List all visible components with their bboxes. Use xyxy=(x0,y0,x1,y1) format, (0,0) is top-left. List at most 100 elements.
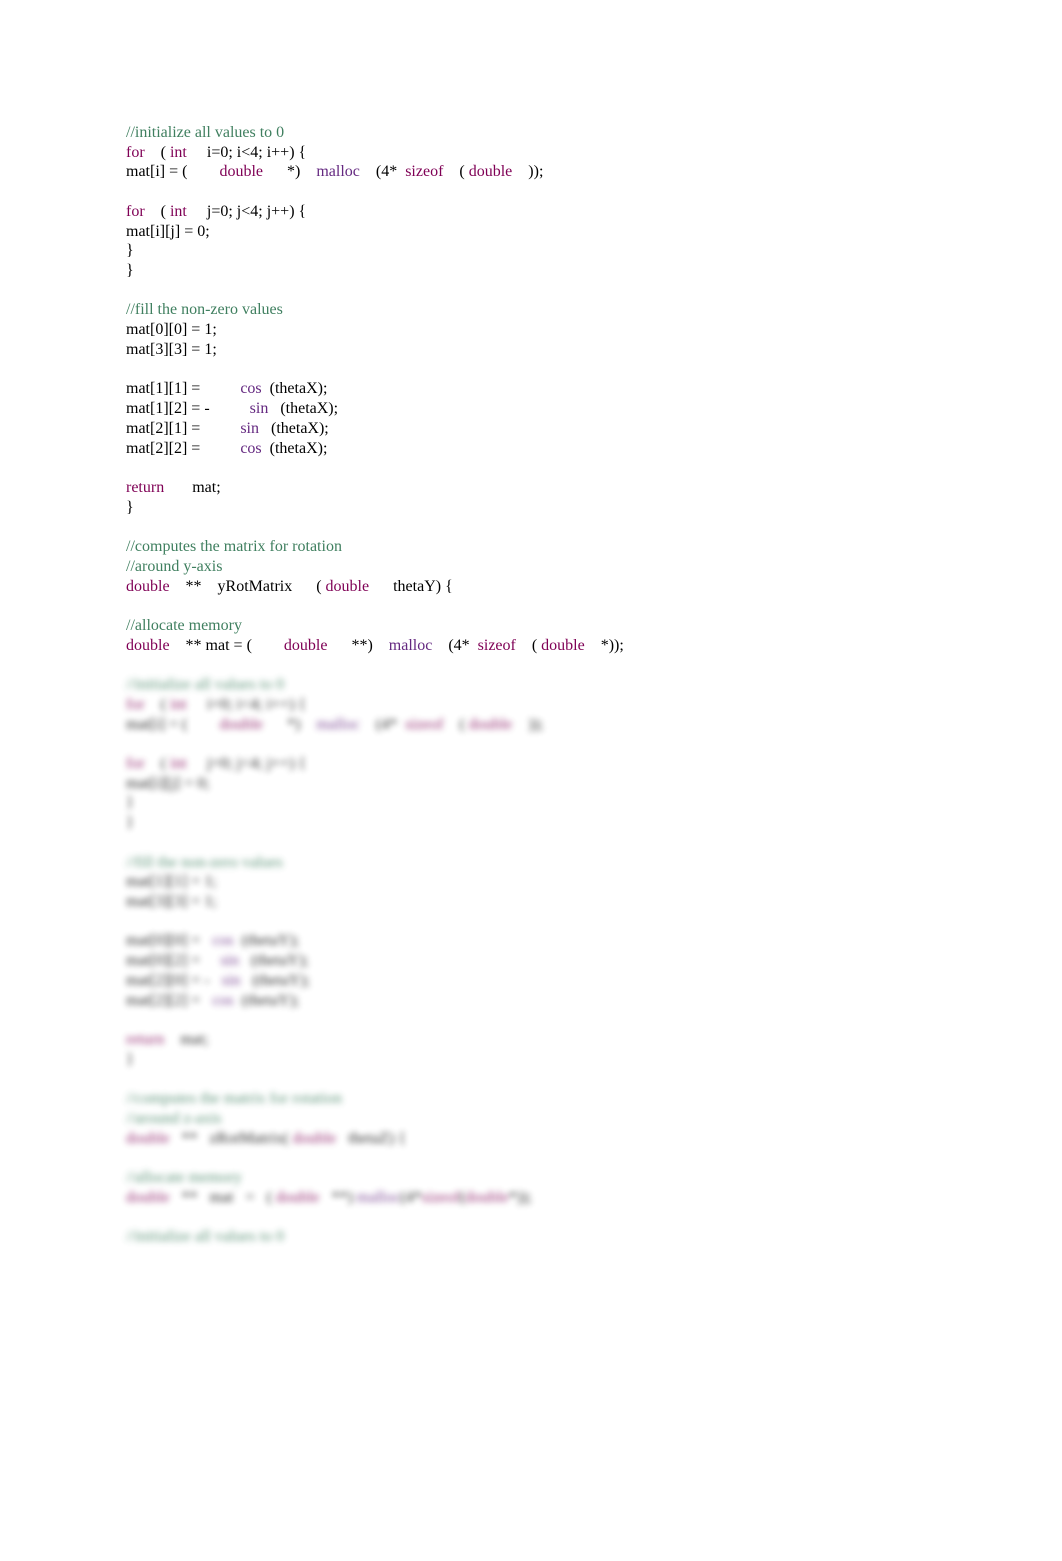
code-line: //around y-axis xyxy=(126,557,624,577)
code-token-comment: //computes the matrix for rotation xyxy=(126,1090,342,1108)
code-token-plain: *) xyxy=(263,715,317,733)
code-token-plain: mat; xyxy=(164,478,221,496)
code-token-plain: (thetaY); xyxy=(239,952,309,970)
code-token-plain: (thetaX); xyxy=(259,419,329,437)
code-token-plain: mat[2][1] = xyxy=(126,419,241,437)
code-token-func: sin xyxy=(220,952,239,970)
code-line: mat[1][1] = 1; xyxy=(126,872,624,892)
code-line: mat[2][1] = sin (thetaX); xyxy=(126,419,624,439)
code-token-plain: } xyxy=(126,814,134,832)
code-line: //computes the matrix for rotation xyxy=(126,1089,624,1109)
code-token-func: cos xyxy=(212,932,234,950)
code-token-plain: mat[1][1] = xyxy=(126,380,241,398)
code-token-comment: //computes the matrix for rotation xyxy=(126,538,342,556)
code-line: //around z-axis xyxy=(126,1109,624,1129)
code-token-plain: ( xyxy=(144,202,170,220)
code-token-keyword: int xyxy=(169,143,187,161)
code-token-keyword: double xyxy=(126,636,170,654)
code-token-keyword: return xyxy=(126,1031,165,1049)
code-token-plain: mat[3][3] = 1; xyxy=(126,893,217,911)
code-token-keyword: double xyxy=(219,715,263,733)
code-token-keyword: double xyxy=(126,1188,170,1206)
code-token-func: cos xyxy=(212,991,234,1009)
code-token-plain: (4* xyxy=(432,636,478,654)
code-token-comment: //around y-axis xyxy=(126,557,223,575)
code-token-keyword: double xyxy=(468,715,513,733)
code-line: } xyxy=(126,813,624,833)
code-token-keyword: double xyxy=(283,636,328,654)
code-token-keyword: double xyxy=(468,163,513,181)
code-token-comment: //initialize all values to 0 xyxy=(126,676,285,694)
code-token-keyword: double xyxy=(292,1129,337,1147)
code-token-plain: ( xyxy=(144,755,170,772)
code-line: } xyxy=(126,241,624,261)
code-line: //initialize all values to 0 xyxy=(126,123,624,143)
code-line: double ** yRotMatrix ( double thetaY) { xyxy=(126,577,624,597)
code-token-plain: (4* xyxy=(359,715,406,733)
code-token-plain: *) xyxy=(263,163,317,181)
code-line: mat[i][j] = 0; xyxy=(126,774,624,794)
code-token-plain: mat; xyxy=(164,1031,209,1049)
code-token-plain: (4* xyxy=(400,1188,422,1206)
code-token-keyword: sizeof xyxy=(405,163,444,181)
code-line: return mat; xyxy=(126,478,624,498)
code-token-keyword: return xyxy=(126,478,165,496)
code-line: //fill the non-zero values xyxy=(126,300,624,320)
code-token-plain: mat[i] = ( xyxy=(126,163,220,181)
code-token-keyword: for xyxy=(126,143,145,161)
code-token-plain: mat[i] = ( xyxy=(126,715,220,733)
code-line: mat[2][2] = cos (thetaX); xyxy=(126,439,624,459)
code-token-plain: ( xyxy=(144,695,170,713)
code-token-plain: mat[0][0] = 1; xyxy=(126,321,217,339)
code-token-plain: (thetaX); xyxy=(261,439,328,457)
code-line: double ** mat = ( double **) malloc(4*si… xyxy=(126,1188,624,1208)
code-line: //fill the non-zero values xyxy=(126,853,624,873)
code-token-plain: } xyxy=(126,498,134,516)
code-line: mat[i] = ( double *) malloc (4* sizeof (… xyxy=(126,715,624,735)
code-token-plain: mat[i][j] = 0; xyxy=(126,774,210,792)
code-token-plain: } xyxy=(126,794,134,812)
code-token-func: malloc xyxy=(316,163,360,181)
code-token-func: cos xyxy=(240,439,262,457)
code-line: mat[2][2] = cos (thetaY); xyxy=(126,991,624,1011)
code-token-plain: mat[2][2] = xyxy=(126,991,213,1009)
blurred-code-preview: //initialize all values to 0 for ( int i=… xyxy=(126,655,624,1247)
code-token-plain: } xyxy=(126,1050,134,1068)
code-token-func: malloc xyxy=(316,715,360,733)
code-token-comment: //initialize all values to 0 xyxy=(126,124,285,141)
code-token-plain: i=0; i<4; i++) { xyxy=(186,143,307,161)
code-token-plain: ** mat = ( xyxy=(169,1188,276,1206)
code-block: //initialize all values to 0 for ( int i=… xyxy=(126,123,624,655)
code-token-plain: j=0; j<4; j++) { xyxy=(186,755,307,772)
code-token-plain: ( xyxy=(515,636,542,654)
code-line: mat[1][2] = - sin (thetaX); xyxy=(126,399,624,419)
code-token-comment: //initialize all values to 0 xyxy=(126,1228,285,1246)
code-line: mat[i] = ( double *) malloc (4* sizeof (… xyxy=(126,162,624,182)
code-token-keyword: int xyxy=(169,755,187,772)
code-token-plain: (thetaY); xyxy=(240,971,311,989)
code-token-plain: j=0; j<4; j++) { xyxy=(186,202,307,220)
code-token-plain: ( xyxy=(443,715,469,733)
code-token-plain: ** yRotMatrix ( xyxy=(169,577,326,595)
code-token-keyword: sizeof xyxy=(421,1188,460,1206)
code-line: mat[2][0] = - sin (thetaY); xyxy=(126,971,624,991)
code-token-func: malloc xyxy=(388,636,433,654)
code-token-keyword: for xyxy=(126,755,145,772)
code-token-plain: i=0; i<4; i++) { xyxy=(186,695,307,713)
code-token-func: malloc xyxy=(356,1188,401,1206)
code-token-plain: mat[1][1] = 1; xyxy=(126,873,217,891)
code-token-plain: ** zRotMatrix( xyxy=(169,1129,293,1147)
code-token-keyword: int xyxy=(169,695,187,713)
code-line: //computes the matrix for rotation xyxy=(126,537,624,557)
code-token-plain: mat[0][2] = xyxy=(126,952,221,970)
code-token-comment: //allocate memory xyxy=(126,616,242,634)
code-token-comment: //allocate memory xyxy=(126,1169,242,1187)
code-line: double ** zRotMatrix( double thetaZ) { xyxy=(126,1129,624,1149)
code-token-plain: (thetaX); xyxy=(261,380,328,398)
